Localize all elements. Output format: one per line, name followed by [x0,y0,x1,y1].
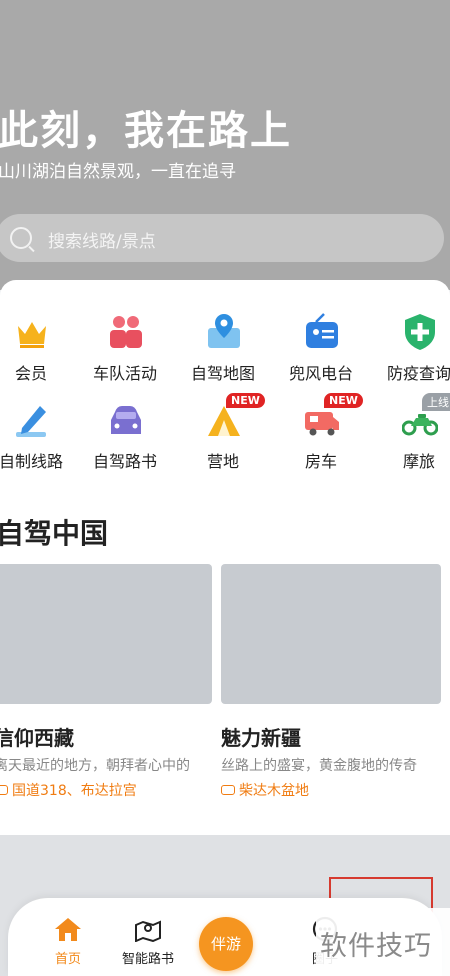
crown-icon [18,322,46,348]
hero-subtitle: 山川湖泊自然景观，一直在追寻 [0,162,236,182]
grid-item-label: 摩旅 [402,452,435,471]
destination-tag-text: 柴达木盆地 [239,783,309,799]
hero-title: 此刻，我在路上 [0,108,292,154]
main-card: 会员 车队活动 自驾地图 兜风电台 防疫查询 自制线路 自驾路书 NEW 营地 … [0,280,450,835]
destination-desc: 离天最近的地方，朝拜者心中的 [0,758,190,774]
grid-item-drive-map[interactable]: 自驾地图 [178,312,268,392]
destination-desc: 丝路上的盛宴，黄金腹地的传奇 [221,758,417,774]
grid-item-moto-travel[interactable]: 上线中 摩旅 [374,393,450,480]
new-badge: NEW [226,393,265,408]
grid-item-label: 车队活动 [92,364,157,383]
grid-item-label: 自驾地图 [190,364,255,383]
tab-label: 首页 [54,952,81,967]
grid-item-team-activity[interactable]: 车队活动 [80,312,170,392]
pen-icon [16,406,46,437]
tag-icon [221,785,235,795]
destination-tag: 柴达木盆地 [221,780,309,800]
destination-tag-text: 国道318、布达拉宫 [12,783,137,799]
watermark-text: 软件技巧 [320,931,432,962]
destination-image-tibet[interactable] [0,564,212,704]
search-icon [10,227,32,249]
watermark: 软件技巧 [316,908,450,976]
grid-item-label: 营地 [206,452,239,471]
home-icon [55,918,81,941]
shield-plus-icon [405,314,435,350]
destination-tag: 国道318、布达拉宫 [0,780,137,800]
grid-item-member[interactable]: 会员 [0,312,76,392]
grid-item-road-book[interactable]: 自驾路书 [80,400,170,480]
destination-image-xinjiang[interactable] [221,564,441,704]
hero-banner: 此刻，我在路上 山川湖泊自然景观，一直在追寻 搜索线路/景点 [0,0,450,290]
tab-companion-button[interactable]: 伴游 [199,917,253,971]
grid-item-radio[interactable]: 兜风电台 [276,312,366,392]
tab-home[interactable]: 首页 [33,912,103,972]
grid-item-rv[interactable]: NEW 房车 [276,393,366,480]
grid-item-label: 兜风电台 [288,364,353,383]
tag-icon [0,785,8,795]
map-icon [208,314,240,348]
destination-title[interactable]: 信仰西藏 [0,722,74,751]
grid-item-label: 自驾路书 [92,452,157,471]
search-bar[interactable]: 搜索线路/景点 [0,214,444,262]
grid-item-custom-route[interactable]: 自制线路 [0,400,76,480]
tab-smart-roadbook[interactable]: 智能路书 [113,912,183,972]
coming-soon-badge: 上线中 [422,393,450,411]
grid-item-camp[interactable]: NEW 营地 [178,393,268,480]
feature-grid-row-2: 自制线路 自驾路书 NEW 营地 NEW 房车 上线中 摩旅 [0,393,450,480]
car-icon [111,406,141,434]
group-icon [110,316,142,348]
grid-item-label: 房车 [304,452,337,471]
map-pin-icon [135,920,161,942]
grid-item-label: 防疫查询 [386,364,450,383]
tab-label: 智能路书 [121,952,174,967]
grid-item-epidemic-query[interactable]: 防疫查询 [374,312,450,392]
search-placeholder: 搜索线路/景点 [48,232,156,252]
feature-grid-row-1: 会员 车队活动 自驾地图 兜风电台 防疫查询 [0,312,450,392]
destination-title[interactable]: 魅力新疆 [221,722,301,751]
radio-icon [306,313,338,348]
section-title: 自驾中国 [0,517,109,550]
new-badge: NEW [324,393,363,408]
